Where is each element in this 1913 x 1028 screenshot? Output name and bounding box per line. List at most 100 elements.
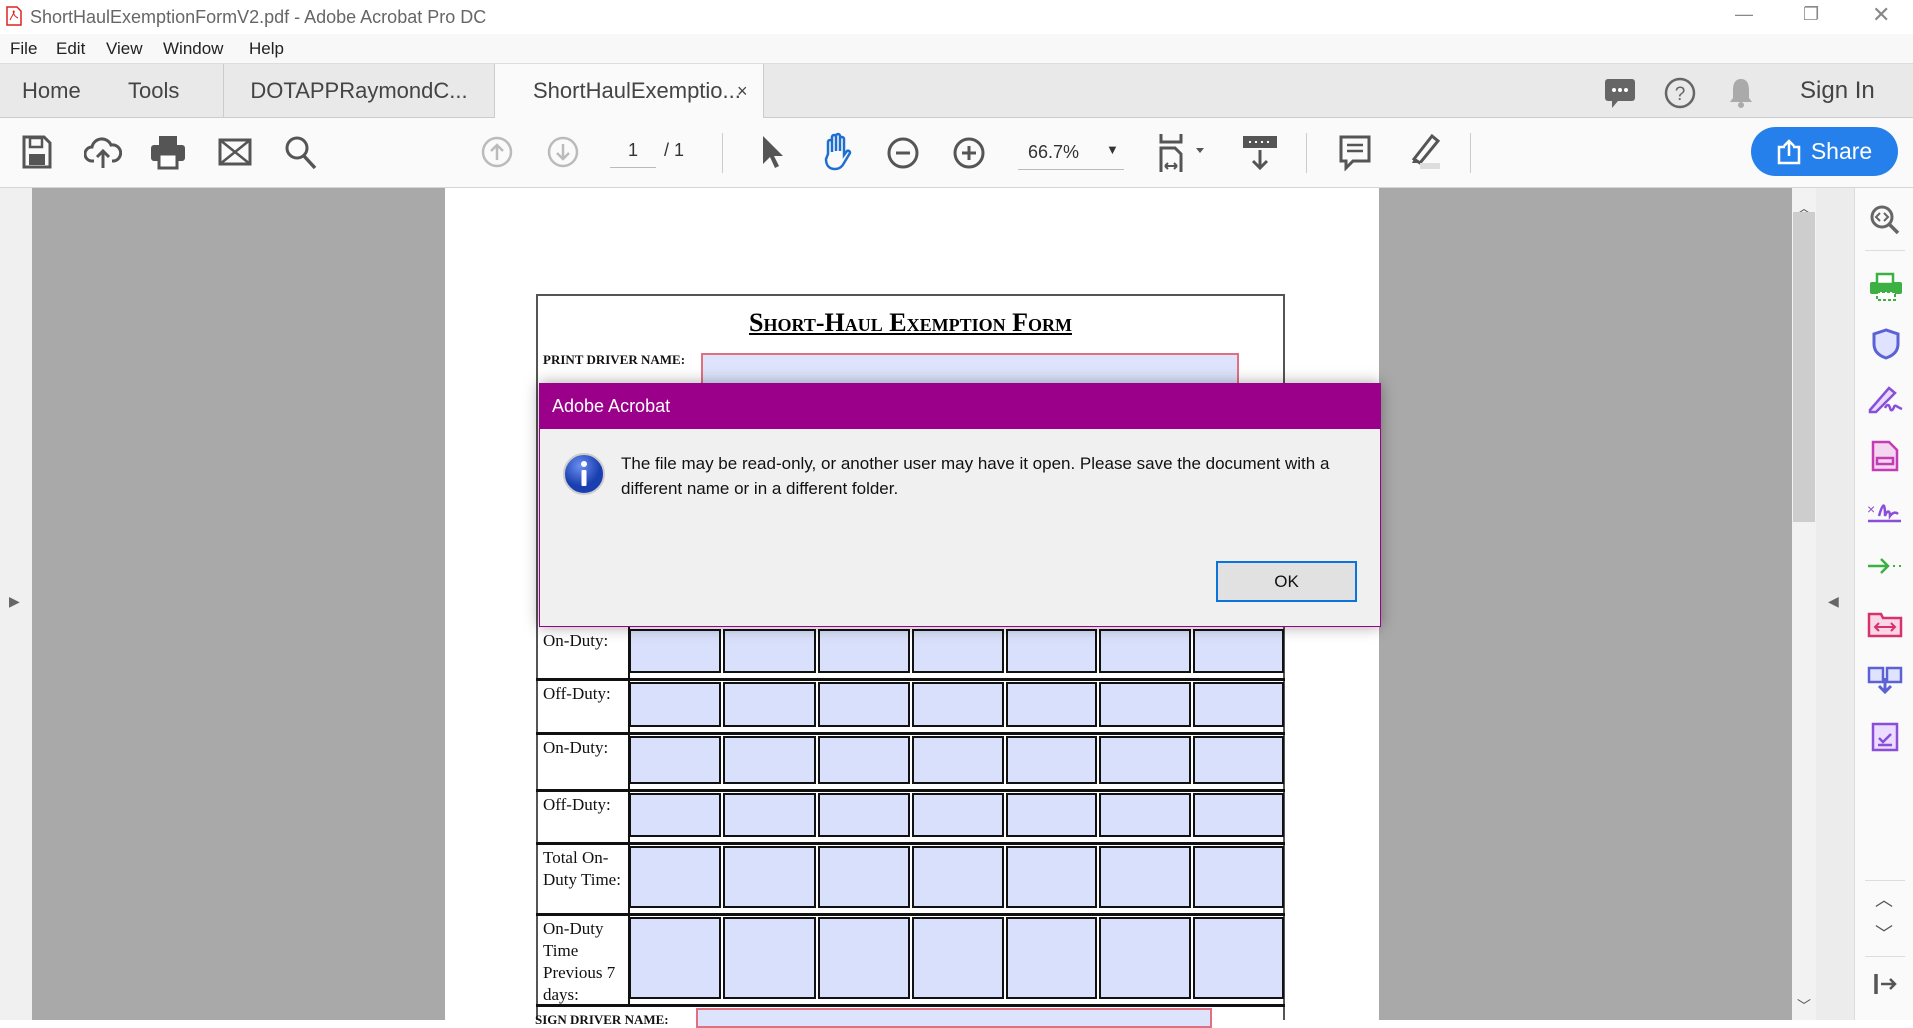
- hours-input-cell[interactable]: [1193, 629, 1284, 673]
- sign-driver-name-field[interactable]: [696, 1008, 1212, 1028]
- next-page-icon[interactable]: [547, 136, 579, 168]
- hours-input-cell[interactable]: [912, 629, 1004, 673]
- minimize-button[interactable]: —: [1735, 4, 1753, 25]
- scrolling-mode-icon[interactable]: [1242, 134, 1278, 172]
- select-cursor-icon[interactable]: [760, 134, 784, 170]
- ok-button[interactable]: OK: [1216, 561, 1357, 602]
- hours-input-cell[interactable]: [629, 736, 721, 784]
- fill-and-sign-icon[interactable]: [1867, 384, 1905, 414]
- zoom-out-icon[interactable]: [886, 136, 920, 170]
- request-signatures-icon[interactable]: ×: [1867, 498, 1903, 524]
- hours-input-cell[interactable]: [1006, 793, 1097, 837]
- hours-input-cell[interactable]: [723, 793, 816, 837]
- previous-page-icon[interactable]: [481, 136, 513, 168]
- hours-input-cell[interactable]: [912, 917, 1004, 999]
- close-window-button[interactable]: ✕: [1872, 2, 1890, 28]
- tools-scroll-up-icon[interactable]: ︿: [1875, 886, 1893, 912]
- hours-input-cell[interactable]: [1099, 682, 1191, 727]
- hours-input-cell[interactable]: [629, 629, 721, 673]
- hours-input-cell[interactable]: [1006, 917, 1097, 999]
- hours-input-cell[interactable]: [912, 736, 1004, 784]
- scroll-down-icon[interactable]: ﹀: [1797, 996, 1811, 1016]
- hours-input-cell[interactable]: [912, 793, 1004, 837]
- page-number-input[interactable]: 1: [610, 140, 656, 168]
- hours-input-cell[interactable]: [723, 736, 816, 784]
- notification-bell-icon[interactable]: [1727, 76, 1755, 110]
- hours-input-cell[interactable]: [1099, 736, 1191, 784]
- hours-input-cell[interactable]: [818, 682, 910, 727]
- tab-document-dotapp[interactable]: DOTAPPRaymondC...: [223, 64, 494, 118]
- vertical-scrollbar[interactable]: ︿ ﹀: [1792, 188, 1816, 1020]
- email-icon[interactable]: [218, 138, 252, 166]
- hours-input-cell[interactable]: [1006, 846, 1097, 908]
- hours-input-cell[interactable]: [1006, 629, 1097, 673]
- sign-in-link[interactable]: Sign In: [1800, 64, 1875, 118]
- chat-icon[interactable]: [1604, 77, 1636, 109]
- enhance-scans-icon[interactable]: [1869, 204, 1901, 236]
- comment-icon[interactable]: [1339, 135, 1371, 171]
- hours-input-cell[interactable]: [818, 629, 910, 673]
- menu-window[interactable]: Window: [163, 39, 223, 59]
- hours-input-cell[interactable]: [1099, 846, 1191, 908]
- left-panel-toggle-strip: ▶: [0, 188, 32, 1020]
- hours-input-cell[interactable]: [912, 846, 1004, 908]
- help-icon[interactable]: ?: [1664, 77, 1696, 109]
- expand-left-panel-icon[interactable]: ▶: [9, 593, 20, 610]
- collapse-tools-pane-icon[interactable]: [1873, 972, 1899, 996]
- hours-input-cell[interactable]: [723, 917, 816, 999]
- print-production-icon[interactable]: [1869, 272, 1903, 302]
- menu-view[interactable]: View: [106, 39, 143, 59]
- compare-files-icon[interactable]: [1867, 608, 1903, 638]
- divider: [1865, 250, 1905, 251]
- menu-edit[interactable]: Edit: [56, 39, 85, 59]
- hours-input-cell[interactable]: [1006, 736, 1097, 784]
- scrollbar-thumb[interactable]: [1793, 212, 1815, 522]
- row-divider: [536, 789, 1285, 792]
- hand-tool-icon[interactable]: [820, 132, 854, 172]
- zoom-in-icon[interactable]: [952, 136, 986, 170]
- hours-input-cell[interactable]: [912, 682, 1004, 727]
- hours-input-cell[interactable]: [1193, 736, 1284, 784]
- hours-input-cell[interactable]: [818, 846, 910, 908]
- tab-document-shorthaul[interactable]: ShortHaulExemptio... ×: [494, 64, 764, 119]
- hours-input-cell[interactable]: [723, 682, 816, 727]
- collapse-right-panel-icon[interactable]: ◀: [1828, 593, 1839, 610]
- print-icon[interactable]: [150, 134, 186, 170]
- hours-input-cell[interactable]: [1193, 793, 1284, 837]
- protect-shield-icon[interactable]: [1871, 328, 1901, 360]
- hours-input-cell[interactable]: [818, 917, 910, 999]
- restore-button[interactable]: ❐: [1803, 4, 1819, 25]
- share-button[interactable]: Share: [1751, 127, 1898, 176]
- hours-input-cell[interactable]: [1006, 682, 1097, 727]
- menu-file[interactable]: File: [10, 39, 37, 59]
- highlight-pen-icon[interactable]: [1404, 133, 1442, 171]
- hours-input-cell[interactable]: [1193, 846, 1284, 908]
- tab-home[interactable]: Home: [22, 64, 81, 118]
- menu-help[interactable]: Help: [249, 39, 284, 59]
- hours-input-cell[interactable]: [723, 629, 816, 673]
- hours-input-cell[interactable]: [629, 917, 721, 999]
- export-pdf-icon[interactable]: [1871, 440, 1899, 472]
- combine-files-icon[interactable]: [1867, 664, 1903, 696]
- hours-input-cell[interactable]: [629, 793, 721, 837]
- zoom-level-dropdown[interactable]: 66.7% ▼: [1018, 136, 1124, 170]
- hours-input-cell[interactable]: [1099, 629, 1191, 673]
- hours-input-cell[interactable]: [818, 793, 910, 837]
- tab-tools[interactable]: Tools: [128, 64, 179, 118]
- hours-input-cell[interactable]: [1193, 917, 1284, 999]
- prepare-form-icon[interactable]: [1871, 722, 1899, 752]
- tab-close-icon[interactable]: ×: [737, 64, 748, 118]
- send-for-review-icon[interactable]: [1867, 556, 1905, 576]
- hours-input-cell[interactable]: [1099, 917, 1191, 999]
- search-icon[interactable]: [284, 135, 318, 171]
- hours-input-cell[interactable]: [723, 846, 816, 908]
- upload-cloud-icon[interactable]: [84, 135, 122, 169]
- fit-page-icon[interactable]: [1158, 132, 1208, 174]
- save-icon[interactable]: [22, 135, 52, 169]
- hours-input-cell[interactable]: [1193, 682, 1284, 727]
- hours-input-cell[interactable]: [629, 846, 721, 908]
- hours-input-cell[interactable]: [629, 682, 721, 727]
- hours-input-cell[interactable]: [1099, 793, 1191, 837]
- tools-scroll-down-icon[interactable]: ﹀: [1875, 920, 1893, 946]
- hours-input-cell[interactable]: [818, 736, 910, 784]
